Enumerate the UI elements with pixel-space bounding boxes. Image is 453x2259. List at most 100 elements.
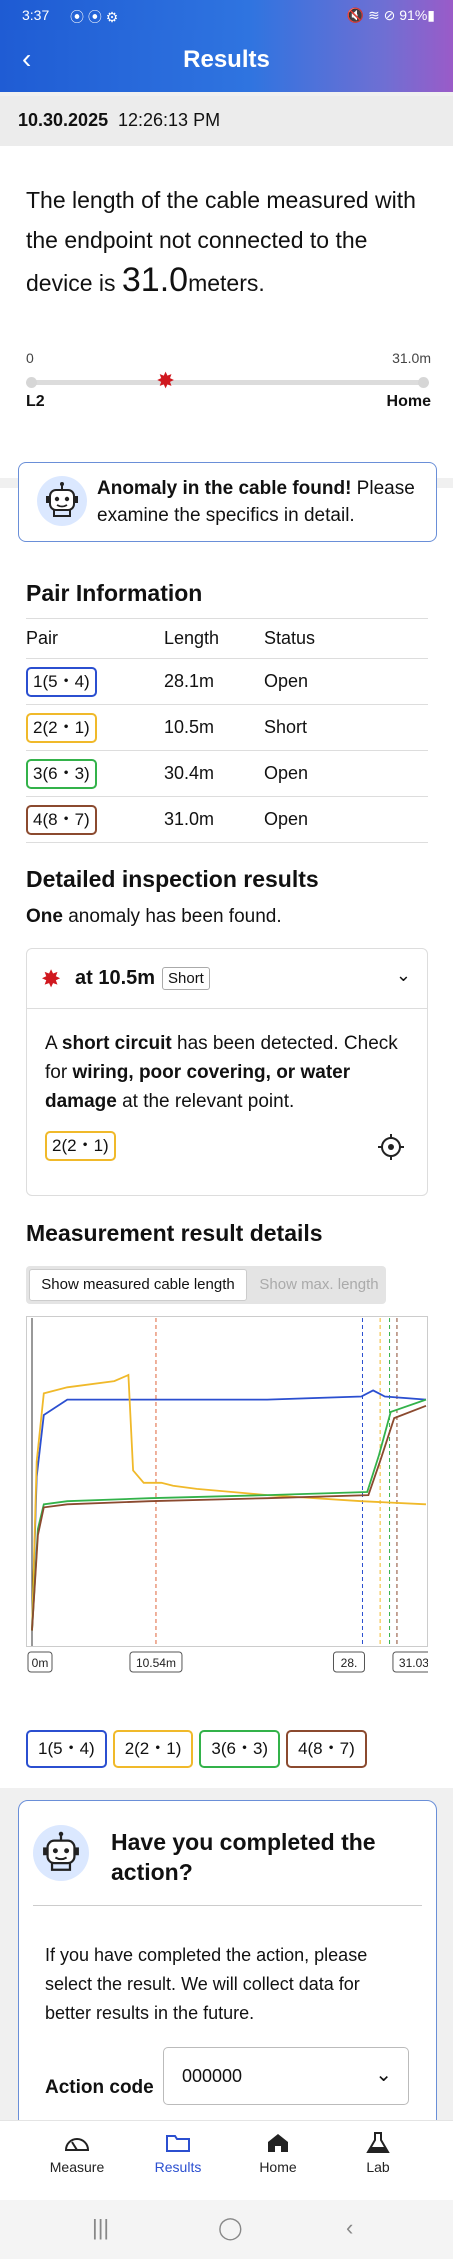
pair-status: Short (264, 704, 428, 751)
action-code-select[interactable]: 000000 ⌄ (163, 2047, 409, 2105)
scale-start-label: L2 (26, 393, 45, 410)
anomaly-pair-tag: 2(2・1) (45, 1131, 116, 1161)
detailed-results-title: Detailed inspection results (26, 866, 319, 892)
anomaly-location: at 10.5m (75, 967, 156, 989)
desc-bold: short circuit (61, 1033, 172, 1054)
show-max-length-button[interactable]: Show max. length (254, 1269, 384, 1301)
pair-status: Open (264, 796, 428, 843)
gauge-icon (64, 2138, 90, 2151)
nav-home-icon[interactable]: ◯ (218, 2215, 243, 2241)
measurement-details-title: Measurement result details (26, 1220, 323, 1246)
folder-icon (166, 2135, 190, 2152)
anomaly-count-bold: One (26, 906, 63, 927)
anomaly-detail-card: ✸ at 10.5m Short ⌄ A short circuit has b… (26, 948, 428, 1196)
tab-lab[interactable]: Lab (333, 2131, 423, 2175)
scale-start-dot (26, 377, 37, 388)
measurement-time: 12:26:13 PM (118, 110, 221, 130)
pair-length: 31.0m (164, 796, 264, 843)
action-completion-card: Have you completed the action? If you ha… (18, 1800, 437, 2130)
pair-column-header: Pair (26, 618, 164, 659)
robot-icon (33, 1825, 89, 1881)
pair-table: Pair Length Status 1(5・4) 28.1m Open 2(2… (26, 618, 428, 843)
anomaly-detail-header[interactable]: ✸ at 10.5m Short ⌄ (27, 949, 427, 1009)
cable-scale-track (30, 380, 428, 385)
action-code-label: Action code (45, 2077, 154, 2098)
summary-length-unit: meters. (188, 270, 265, 296)
anomaly-count-rest: anomaly has been found. (62, 906, 282, 927)
chart-plot-area (26, 1316, 428, 1647)
tab-label: Lab (366, 2159, 390, 2175)
status-time: 3:37 (22, 7, 50, 23)
chevron-down-icon[interactable]: ⌄ (396, 965, 411, 986)
pair-status: Open (264, 750, 428, 797)
tdr-line-chart: 0m 10.54m 28. 31.03m (26, 1316, 428, 1673)
scale-start-value: 0 (26, 350, 34, 366)
legend-item[interactable]: 4(8・7) (286, 1730, 367, 1768)
anomaly-count: One anomaly has been found. (26, 906, 282, 928)
chart-marker-label: 0m (32, 1656, 49, 1670)
scale-end-label: Home (386, 393, 431, 410)
chart-marker-label: 28. (341, 1656, 358, 1670)
tab-measure[interactable]: Measure (32, 2131, 122, 2175)
pair-tag: 4(8・7) (26, 804, 97, 835)
nav-back-icon[interactable]: ‹ (346, 2215, 353, 2241)
fault-marker-icon: ✸ (41, 966, 62, 993)
app-bar: ‹ Results (0, 30, 453, 92)
chart-legend: 1(5・4) 2(2・1) 3(6・3) 4(8・7) (26, 1730, 373, 1768)
anomaly-alert-bold: Anomaly in the cable found! (97, 478, 352, 499)
recent-apps-icon[interactable]: ||| (92, 2215, 109, 2241)
legend-item[interactable]: 1(5・4) (26, 1730, 107, 1768)
table-row: 1(5・4) 28.1m Open (26, 658, 428, 705)
table-row: 2(2・1) 10.5m Short (26, 704, 428, 751)
table-row: 3(6・3) 30.4m Open (26, 750, 428, 797)
pair-tag: 2(2・1) (26, 712, 97, 743)
home-icon (268, 2134, 288, 2152)
measurement-datetime: 10.30.2025 12:26:13 PM (0, 96, 453, 146)
bottom-tab-bar: Measure Results Home Lab (0, 2120, 453, 2200)
robot-icon (37, 476, 87, 526)
divider (33, 1905, 422, 1906)
chevron-down-icon: ⌄ (375, 2064, 392, 2086)
anomaly-description: A short circuit has been detected. Check… (45, 1029, 415, 1116)
locate-target-icon[interactable] (377, 1133, 405, 1161)
measurement-date: 10.30.2025 (18, 110, 109, 130)
tab-label: Results (154, 2159, 202, 2175)
summary-length-value: 31.0 (121, 261, 189, 299)
status-bar: 3:37 ⦿ ⦿ ⚙ 🔇 ≋ ⊘ 91%▮ (0, 0, 453, 30)
table-row: 4(8・7) 31.0m Open (26, 796, 428, 843)
desc-text: A (45, 1033, 62, 1054)
chart-marker-label: 31.03m (399, 1656, 428, 1670)
action-completion-text: If you have completed the action, please… (45, 1945, 368, 2023)
pair-tag: 1(5・4) (26, 666, 97, 697)
show-measured-length-button[interactable]: Show measured cable length (29, 1269, 247, 1301)
system-nav-bar: ||| ◯ ‹ (0, 2200, 453, 2259)
length-column-header: Length (164, 618, 264, 659)
pair-length: 10.5m (164, 704, 264, 751)
chart-marker-label: 10.54m (136, 1656, 176, 1670)
tab-label: Home (259, 2159, 297, 2175)
status-column-header: Status (264, 618, 428, 659)
legend-item[interactable]: 2(2・1) (112, 1730, 194, 1768)
scale-end-value: 31.0m (392, 350, 431, 366)
status-notification-icons: ⦿ ⦿ ⚙ (70, 9, 119, 25)
pair-info-title: Pair Information (26, 580, 203, 606)
pair-status: Open (264, 658, 428, 705)
tab-home[interactable]: Home (233, 2131, 323, 2175)
page-title: Results (183, 46, 270, 73)
flask-icon (366, 2132, 390, 2153)
anomaly-alert: Anomaly in the cable found! Please exami… (18, 462, 437, 542)
legend-item[interactable]: 3(6・3) (199, 1730, 281, 1768)
pair-tag: 3(6・3) (26, 758, 97, 789)
anomaly-alert-text: Anomaly in the cable found! Please exami… (97, 475, 427, 529)
fault-marker-icon: ✸ (156, 368, 175, 393)
anomaly-type-badge: Short (162, 967, 210, 990)
action-code-value: 000000 (182, 2066, 243, 2086)
tab-results[interactable]: Results (133, 2131, 223, 2175)
cable-length-summary: The length of the cable measured with th… (26, 180, 426, 303)
pair-length: 30.4m (164, 750, 264, 797)
scale-end-dot (418, 377, 429, 388)
tab-label: Measure (49, 2159, 105, 2175)
desc-text: at the relevant point. (116, 1091, 295, 1112)
status-indicators: 🔇 ≋ ⊘ 91%▮ (346, 7, 435, 23)
length-mode-toggle: Show measured cable length Show max. len… (26, 1266, 386, 1304)
